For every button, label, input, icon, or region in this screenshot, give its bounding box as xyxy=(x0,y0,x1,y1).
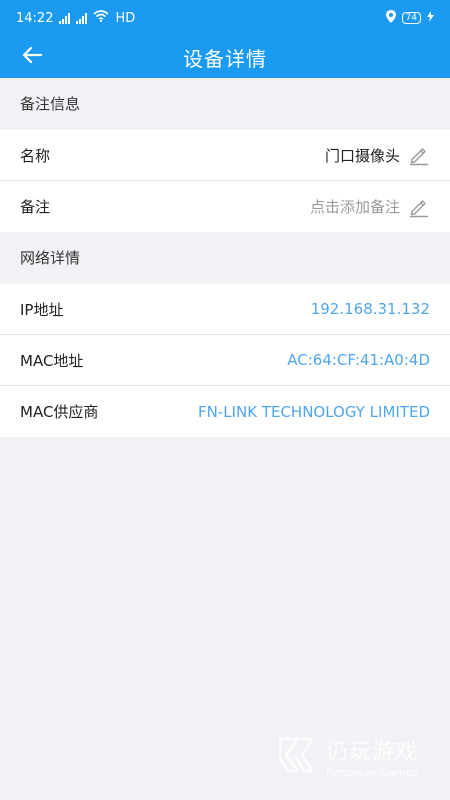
status-time: 14:22 xyxy=(16,10,54,26)
name-label: 名称 xyxy=(20,146,51,165)
watermark-text: 仍玩游戏 Rengwan Games xyxy=(326,734,419,779)
signal-icon-2 xyxy=(76,12,88,24)
wifi-icon xyxy=(93,10,109,26)
network-section-header: 网络详情 xyxy=(0,232,450,284)
watermark-en: Rengwan Games xyxy=(326,766,419,779)
back-button[interactable] xyxy=(14,42,50,72)
app-bar: 设备详情 xyxy=(0,36,450,78)
pencil-icon[interactable] xyxy=(408,196,430,218)
charging-icon xyxy=(427,10,434,26)
remark-label: 备注 xyxy=(20,198,51,216)
remark-row[interactable]: 备注 点击添加备注 xyxy=(0,181,450,232)
ip-row: IP地址 192.168.31.132 xyxy=(0,284,450,335)
vendor-value: FN-LINK TECHNOLOGY LIMITED xyxy=(197,402,430,421)
watermark-logo-icon xyxy=(276,735,320,779)
location-icon xyxy=(385,9,396,27)
name-row[interactable]: 名称 门口摄像头 xyxy=(0,130,450,181)
mac-label: MAC地址 xyxy=(20,351,84,370)
ip-value: 192.168.31.132 xyxy=(310,300,430,318)
note-section-header: 备注信息 xyxy=(0,78,450,130)
page-title: 设备详情 xyxy=(183,46,267,71)
name-value: 门口摄像头 xyxy=(324,146,400,165)
name-value-group: 门口摄像头 xyxy=(325,144,430,166)
watermark-cn: 仍玩游戏 xyxy=(326,740,419,765)
remark-value-group: 点击添加备注 xyxy=(310,196,430,218)
status-right: 74 xyxy=(385,9,434,27)
vendor-row: MAC供应商 FN-LINK TECHNOLOGY LIMITED xyxy=(0,386,450,437)
pencil-icon[interactable] xyxy=(408,144,430,166)
network-type: HD xyxy=(115,10,136,26)
battery-level: 74 xyxy=(401,12,421,24)
mac-row: MAC地址 AC:64:CF:41:A0:4D xyxy=(0,335,450,386)
mac-value: AC:64:CF:41:A0:4D xyxy=(287,351,430,369)
arrow-left-icon xyxy=(22,46,43,68)
status-left: 14:22 HD xyxy=(16,10,135,26)
watermark: 仍玩游戏 Rengwan Games xyxy=(276,734,419,779)
signal-icon xyxy=(59,12,71,24)
remark-placeholder: 点击添加备注 xyxy=(309,198,400,216)
status-bar: 14:22 HD 74 xyxy=(0,0,450,36)
vendor-label: MAC供应商 xyxy=(20,403,99,421)
ip-label: IP地址 xyxy=(20,300,64,319)
